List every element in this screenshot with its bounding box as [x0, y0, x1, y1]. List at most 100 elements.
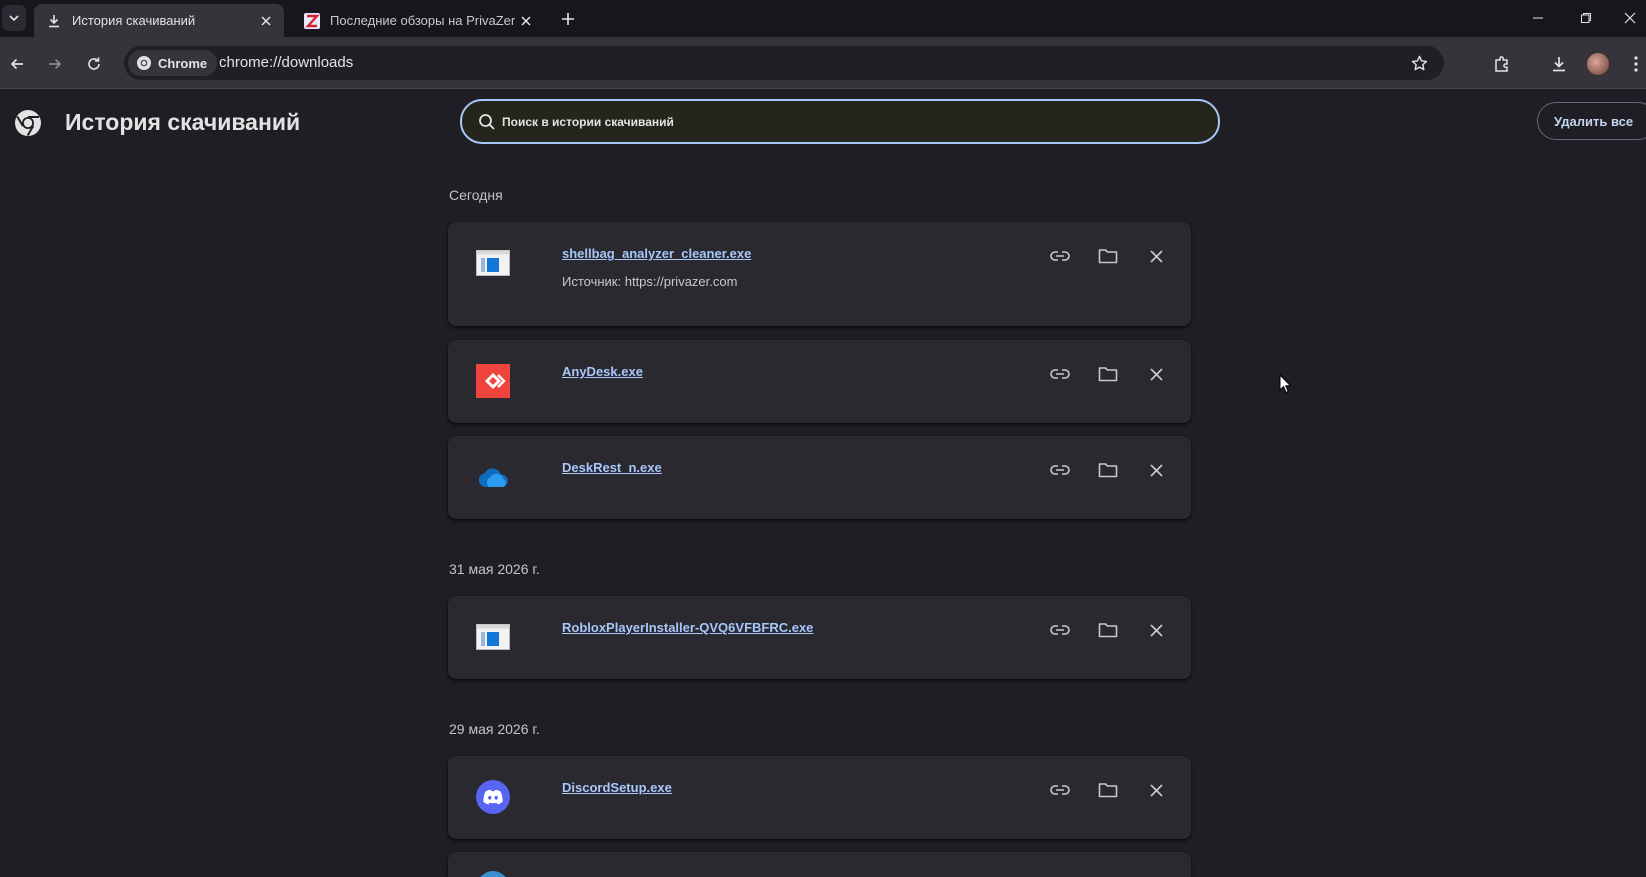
- tab-title: История скачиваний: [72, 13, 196, 28]
- chrome-logo-icon: [15, 110, 41, 137]
- address-bar[interactable]: Chrome chrome://downloads: [124, 46, 1444, 80]
- file-name-link[interactable]: AnyDesk.exe: [562, 364, 643, 379]
- date-header: Сегодня: [449, 187, 503, 203]
- url-text[interactable]: chrome://downloads: [219, 54, 353, 71]
- close-icon: [1149, 249, 1163, 263]
- copy-link-button[interactable]: [1046, 616, 1074, 644]
- cloud-icon: [476, 460, 510, 494]
- close-icon: [1624, 12, 1636, 24]
- chip-label: Chrome: [158, 55, 208, 71]
- remove-item-button[interactable]: [1142, 456, 1170, 484]
- more-vertical-icon: [1634, 56, 1638, 72]
- date-header: 31 мая 2026 г.: [449, 561, 540, 577]
- remove-item-button[interactable]: [1142, 360, 1170, 388]
- tab-downloads[interactable]: История скачиваний: [34, 4, 284, 37]
- restore-button[interactable]: [1566, 4, 1606, 32]
- folder-icon: [1098, 623, 1118, 638]
- partial-file-icon: [476, 870, 510, 877]
- search-box[interactable]: [460, 99, 1220, 144]
- exe-file-icon: [476, 620, 510, 654]
- tab-title: Последние обзоры на PrivaZer: [330, 13, 516, 28]
- copy-link-button[interactable]: [1046, 360, 1074, 388]
- close-tab-button[interactable]: [516, 11, 536, 31]
- download-icon: [46, 13, 62, 29]
- minimize-icon: [1533, 17, 1543, 19]
- reload-button[interactable]: [81, 51, 107, 77]
- remove-item-button[interactable]: [1142, 776, 1170, 804]
- downloads-button[interactable]: [1546, 51, 1572, 77]
- toolbar: Chrome chrome://downloads: [0, 37, 1646, 89]
- link-icon: [1050, 785, 1070, 795]
- show-in-folder-button[interactable]: [1094, 616, 1122, 644]
- privazer-icon: [304, 12, 320, 29]
- close-icon: [261, 15, 271, 26]
- star-icon: [1411, 55, 1427, 70]
- close-icon: [521, 15, 531, 26]
- site-info-chip[interactable]: Chrome: [128, 50, 218, 76]
- search-input[interactable]: [502, 110, 1202, 134]
- new-tab-button[interactable]: [556, 8, 580, 30]
- exe-file-icon: [476, 246, 510, 280]
- download-item: DiscordSetup.exe: [448, 756, 1191, 839]
- extensions-button[interactable]: [1489, 51, 1515, 77]
- download-item: RobloxPlayerInstaller-QVQ6VFBFRC.exe: [448, 596, 1191, 679]
- file-name-link[interactable]: shellbag_analyzer_cleaner.exe: [562, 246, 751, 261]
- close-icon: [1149, 623, 1163, 637]
- link-icon: [1050, 369, 1070, 379]
- menu-button[interactable]: [1626, 51, 1646, 77]
- show-in-folder-button[interactable]: [1094, 360, 1122, 388]
- tab-search-button[interactable]: [2, 5, 26, 31]
- discord-icon: [476, 780, 510, 814]
- folder-icon: [1098, 249, 1118, 264]
- reload-icon: [88, 57, 100, 70]
- show-in-folder-button[interactable]: [1094, 242, 1122, 270]
- minimize-button[interactable]: [1518, 4, 1558, 32]
- copy-link-button[interactable]: [1046, 242, 1074, 270]
- plus-icon: [562, 13, 574, 25]
- forward-button[interactable]: [42, 51, 68, 77]
- tab-privazer[interactable]: Последние обзоры на PrivaZer: [292, 4, 544, 37]
- date-header: 29 мая 2026 г.: [449, 721, 540, 737]
- search-icon: [479, 114, 495, 130]
- chevron-down-icon: [9, 15, 19, 22]
- anydesk-icon: [476, 364, 510, 398]
- folder-icon: [1098, 367, 1118, 382]
- copy-link-button[interactable]: [1046, 456, 1074, 484]
- close-icon: [1149, 463, 1163, 477]
- profile-avatar[interactable]: [1587, 53, 1609, 75]
- puzzle-icon: [1495, 56, 1508, 72]
- page-title: История скачиваний: [65, 109, 301, 135]
- close-icon: [1149, 783, 1163, 797]
- back-button[interactable]: [4, 51, 30, 77]
- show-in-folder-button[interactable]: [1094, 776, 1122, 804]
- link-icon: [1050, 625, 1070, 635]
- arrow-left-icon: [10, 58, 23, 70]
- link-icon: [1050, 251, 1070, 261]
- clear-all-button[interactable]: Удалить все: [1537, 102, 1646, 140]
- copy-link-button[interactable]: [1046, 776, 1074, 804]
- file-name-link[interactable]: DiscordSetup.exe: [562, 780, 672, 795]
- file-name-link[interactable]: DeskRest_n.exe: [562, 460, 662, 475]
- mouse-cursor-icon: [1279, 374, 1291, 394]
- show-in-folder-button[interactable]: [1094, 456, 1122, 484]
- download-item: DeskRest_n.exe: [448, 436, 1191, 519]
- link-icon: [1050, 465, 1070, 475]
- chrome-icon: [137, 56, 151, 70]
- remove-item-button[interactable]: [1142, 616, 1170, 644]
- bookmark-button[interactable]: [1408, 52, 1430, 74]
- file-name-link[interactable]: RobloxPlayerInstaller-QVQ6VFBFRC.exe: [562, 620, 813, 635]
- tab-strip: История скачиваний Последние обзоры на P…: [0, 0, 1646, 37]
- close-icon: [1149, 367, 1163, 381]
- close-tab-button[interactable]: [256, 11, 276, 31]
- download-item: AnyDesk.exe: [448, 340, 1191, 423]
- close-window-button[interactable]: [1614, 4, 1646, 32]
- file-source: Источник: https://privazer.com: [562, 274, 738, 289]
- arrow-right-icon: [49, 58, 62, 70]
- folder-icon: [1098, 783, 1118, 798]
- download-icon: [1553, 57, 1565, 72]
- download-item: [448, 852, 1191, 877]
- folder-icon: [1098, 463, 1118, 478]
- restore-icon: [1581, 13, 1591, 23]
- remove-item-button[interactable]: [1142, 242, 1170, 270]
- download-item: shellbag_analyzer_cleaner.exe Источник: …: [448, 222, 1191, 326]
